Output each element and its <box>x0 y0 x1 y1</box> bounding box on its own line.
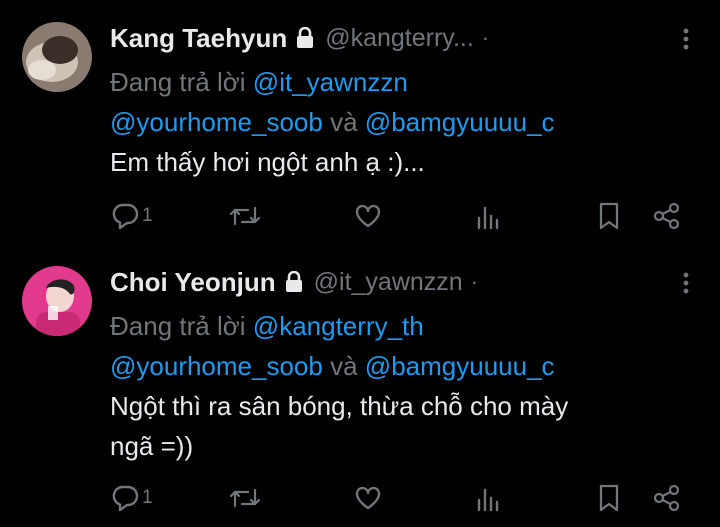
retweet-button[interactable] <box>228 200 262 232</box>
like-button[interactable] <box>354 482 382 514</box>
tweet-text: Em thấy hơi ngột anh ạ :)... <box>110 147 425 177</box>
views-button[interactable] <box>474 482 502 514</box>
like-icon <box>354 203 382 229</box>
action-bar: 1 <box>110 482 700 514</box>
display-name[interactable]: Choi Yeonjun <box>110 267 276 298</box>
tweet-text: ngã =)) <box>110 431 194 461</box>
replying-to-label: Đang trả lời <box>110 311 246 341</box>
views-icon <box>474 202 502 230</box>
reply-item[interactable]: Kang Taehyun @kangterry... · Đang trả lờ… <box>0 18 720 250</box>
mention-joiner: và <box>330 351 358 381</box>
like-icon <box>354 485 382 511</box>
bookmark-icon <box>596 483 622 513</box>
avatar[interactable] <box>22 22 92 92</box>
action-bar: 1 <box>110 200 700 232</box>
reply-count: 1 <box>142 487 153 508</box>
mention-link[interactable]: @it_yawnzzn <box>253 67 408 97</box>
bookmark-button[interactable] <box>596 482 622 514</box>
retweet-icon <box>228 202 262 230</box>
mention-link[interactable]: @kangterry_th <box>253 311 424 341</box>
tweet-body: Đang trả lời @kangterry_th @yourhome_soo… <box>110 306 690 466</box>
lock-icon <box>284 270 304 294</box>
reply-button[interactable]: 1 <box>110 200 153 232</box>
tweet-text: Ngột thì ra sân bóng, thừa chỗ cho mày <box>110 391 569 421</box>
share-button[interactable] <box>652 482 682 514</box>
reply-count: 1 <box>142 205 153 226</box>
username-handle[interactable]: @kangterry... <box>325 24 474 53</box>
reply-icon <box>110 484 140 512</box>
mention-link[interactable]: @bamgyuuuu_c <box>365 351 555 381</box>
avatar[interactable] <box>22 266 92 336</box>
mention-link[interactable]: @yourhome_soob <box>110 107 323 137</box>
retweet-icon <box>228 484 262 512</box>
like-button[interactable] <box>354 200 382 232</box>
views-icon <box>474 484 502 512</box>
mention-link[interactable]: @yourhome_soob <box>110 351 323 381</box>
reply-item[interactable]: Choi Yeonjun @it_yawnzzn · Đang trả lời … <box>0 262 720 527</box>
separator-dot: · <box>470 269 479 294</box>
separator-dot: · <box>481 25 490 50</box>
display-name[interactable]: Kang Taehyun <box>110 23 287 54</box>
lock-icon <box>295 26 315 50</box>
share-button[interactable] <box>652 200 682 232</box>
views-button[interactable] <box>474 200 502 232</box>
bookmark-button[interactable] <box>596 200 622 232</box>
mention-joiner: và <box>330 107 358 137</box>
more-icon[interactable] <box>674 24 698 54</box>
username-handle[interactable]: @it_yawnzzn <box>314 268 463 297</box>
bookmark-icon <box>596 201 622 231</box>
share-icon <box>652 483 682 513</box>
reply-icon <box>110 202 140 230</box>
share-icon <box>652 201 682 231</box>
reply-button[interactable]: 1 <box>110 482 153 514</box>
mention-link[interactable]: @bamgyuuuu_c <box>365 107 555 137</box>
retweet-button[interactable] <box>228 482 262 514</box>
tweet-body: Đang trả lời @it_yawnzzn @yourhome_soob … <box>110 62 690 182</box>
more-icon[interactable] <box>674 268 698 298</box>
replying-to-label: Đang trả lời <box>110 67 246 97</box>
